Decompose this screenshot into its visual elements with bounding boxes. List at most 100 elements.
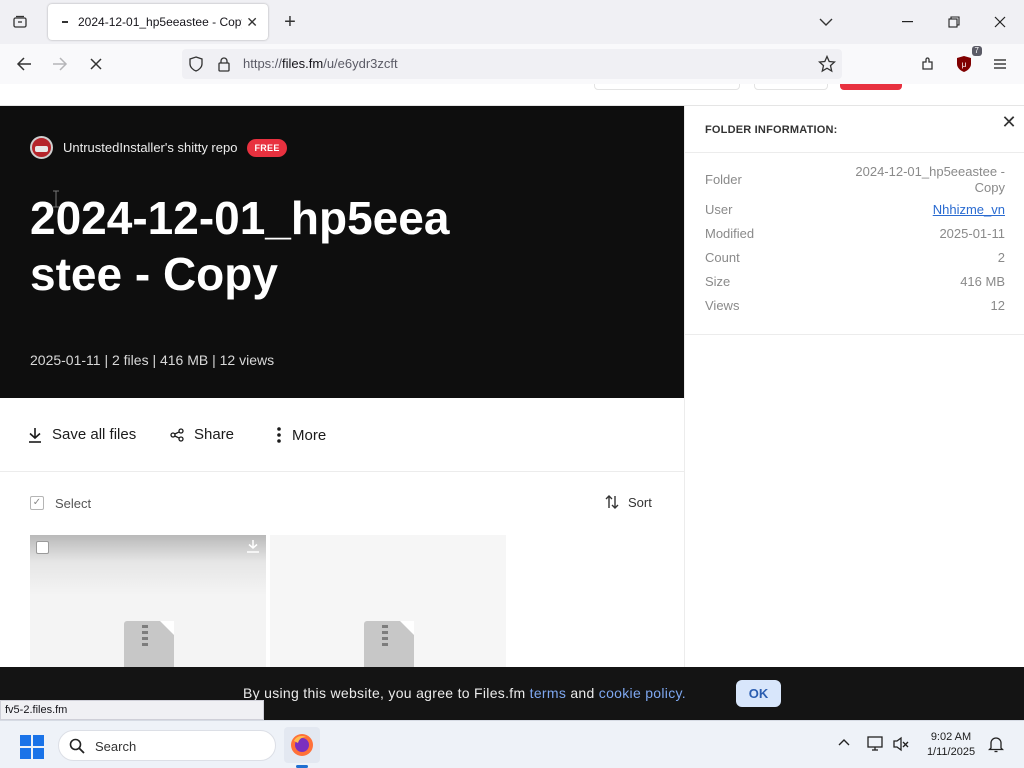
extensions-icon[interactable]: [914, 50, 942, 78]
close-panel-icon[interactable]: ✕: [1001, 113, 1017, 131]
cookie-text: By using this website, you agree to File…: [243, 685, 686, 701]
taskbar-search[interactable]: Search: [58, 730, 276, 761]
url-bar[interactable]: https://files.fm/u/e6ydr3zcft: [182, 49, 842, 79]
clock-time: 9:02 AM: [930, 731, 972, 743]
terms-link[interactable]: terms: [530, 685, 567, 701]
hamburger-menu-icon[interactable]: [986, 50, 1014, 78]
header-red-button[interactable]: [840, 84, 902, 90]
info-key: Count: [705, 250, 740, 265]
header-pill-button[interactable]: [594, 84, 740, 90]
more-label: More: [292, 426, 327, 444]
network-icon[interactable]: [866, 735, 886, 758]
owner-avatar[interactable]: [30, 136, 53, 159]
sort-label: Sort: [628, 494, 652, 510]
info-row-count: Count 2: [705, 250, 1005, 266]
folder-actions: Save all files Share More: [0, 398, 684, 472]
more-button[interactable]: More: [276, 426, 326, 444]
save-all-button[interactable]: Save all files: [28, 426, 136, 443]
cookie-ok-button[interactable]: OK: [736, 680, 781, 707]
folder-info-heading: FOLDER INFORMATION:: [705, 124, 838, 136]
url-scheme: https://: [243, 56, 283, 71]
share-button[interactable]: Share: [170, 426, 234, 443]
file-download-icon[interactable]: [246, 539, 260, 558]
free-badge: FREE: [247, 138, 287, 157]
lock-icon[interactable]: [217, 56, 231, 77]
close-window-icon[interactable]: [980, 8, 1020, 36]
svg-text:μ: μ: [962, 60, 967, 69]
info-row-size: Size 416 MB: [705, 274, 1005, 290]
info-key: Folder: [705, 172, 742, 187]
notification-bell-icon[interactable]: [987, 735, 1005, 758]
user-link[interactable]: Nhhizme_vn: [933, 202, 1005, 217]
info-value: 2025-01-11: [939, 226, 1005, 241]
folder-meta: 2025-01-11 | 2 files | 416 MB | 12 views: [30, 352, 275, 368]
restore-icon[interactable]: [934, 8, 974, 36]
info-row-modified: Modified 2025-01-11: [705, 226, 1005, 242]
folder-title: 2024-12-01_hp5eeastee - Copy: [30, 192, 450, 300]
owner-info[interactable]: UntrustedInstaller's shitty repo FREE: [30, 136, 287, 159]
info-value: 2: [997, 250, 1005, 265]
select-all-checkbox[interactable]: ✓: [30, 496, 44, 510]
list-all-tabs-icon[interactable]: [806, 8, 846, 36]
tracking-shield-icon[interactable]: [188, 56, 204, 77]
tab-title: 2024-12-01_hp5eeastee - Copy | F: [78, 15, 242, 29]
zip-file-icon: [124, 621, 174, 670]
file-list-toolbar: ✓ Select Sort: [0, 486, 684, 520]
stop-loading-icon[interactable]: [82, 50, 110, 78]
taskbar-clock[interactable]: 9:02 AM 1/11/2025: [920, 730, 982, 760]
cookie-text-and: and: [566, 685, 599, 701]
tab-close-icon[interactable]: ✕: [246, 14, 258, 31]
minimize-icon[interactable]: [888, 8, 928, 36]
url-host: files.fm: [282, 56, 324, 71]
info-value: 12: [990, 298, 1005, 313]
info-key: Size: [705, 274, 731, 289]
select-label[interactable]: Select: [55, 496, 91, 511]
info-row-views: Views 12: [705, 298, 1005, 314]
browser-nav-bar: https://files.fm/u/e6ydr3zcft μ 7: [0, 44, 1024, 84]
bookmark-star-icon[interactable]: [817, 54, 837, 78]
info-value: 2024-12-01_hp5eeastee - Copy: [855, 164, 1005, 195]
forward-icon[interactable]: [46, 50, 74, 78]
back-icon[interactable]: [10, 50, 38, 78]
new-tab-icon[interactable]: +: [278, 8, 302, 36]
download-icon: [29, 427, 41, 443]
info-value: 416 MB: [960, 274, 1005, 289]
browser-tab-bar: 2024-12-01_hp5eeastee - Copy | F ✕ +: [0, 0, 1024, 44]
info-key: Views: [705, 298, 740, 313]
share-label: Share: [194, 426, 235, 443]
file-card[interactable]: [270, 535, 506, 670]
link-status-bar: fv5-2.files.fm: [0, 700, 264, 720]
file-checkbox[interactable]: [36, 541, 49, 554]
kebab-menu-icon: [277, 427, 281, 443]
file-card[interactable]: [30, 535, 266, 670]
folder-info-header: FOLDER INFORMATION: ✕: [685, 106, 1024, 153]
search-placeholder: Search: [95, 739, 137, 754]
browser-tab-active[interactable]: 2024-12-01_hp5eeastee - Copy | F ✕: [48, 4, 268, 40]
url-text[interactable]: https://files.fm/u/e6ydr3zcft: [243, 56, 398, 71]
site-header-strip: [0, 84, 1024, 106]
ublock-origin-icon[interactable]: μ 7: [950, 46, 982, 78]
windows-taskbar: Search 9:02 AM 1/11/2025: [0, 720, 1024, 768]
cookie-policy-link[interactable]: cookie policy.: [599, 685, 686, 701]
volume-muted-icon[interactable]: [892, 735, 910, 758]
share-icon: [170, 427, 184, 442]
info-key: User: [705, 202, 733, 217]
sort-icon: [605, 495, 619, 509]
header-pill-button[interactable]: [754, 84, 828, 90]
firefox-taskbar-icon[interactable]: [284, 727, 320, 763]
clock-date: 1/11/2025: [926, 746, 976, 758]
extension-badge-count: 7: [971, 46, 982, 56]
cookie-text-main: By using this website, you agree to File…: [243, 685, 530, 701]
info-row-folder: Folder 2024-12-01_hp5eeastee - Copy: [705, 164, 1005, 196]
owner-name[interactable]: UntrustedInstaller's shitty repo: [63, 140, 237, 155]
zip-file-icon: [364, 621, 414, 670]
info-key: Modified: [705, 226, 755, 241]
chevron-up-icon[interactable]: [836, 735, 852, 756]
windows-start-icon[interactable]: [20, 735, 44, 759]
tab-loading-icon: [62, 21, 68, 23]
folder-hero: UntrustedInstaller's shitty repo FREE 20…: [0, 106, 684, 398]
tab-list-icon[interactable]: [6, 8, 34, 36]
info-row-user: User Nhhizme_vn: [705, 202, 1005, 218]
sort-button[interactable]: Sort: [604, 494, 652, 510]
folder-info-panel: FOLDER INFORMATION: ✕ Folder 2024-12-01_…: [684, 106, 1024, 668]
